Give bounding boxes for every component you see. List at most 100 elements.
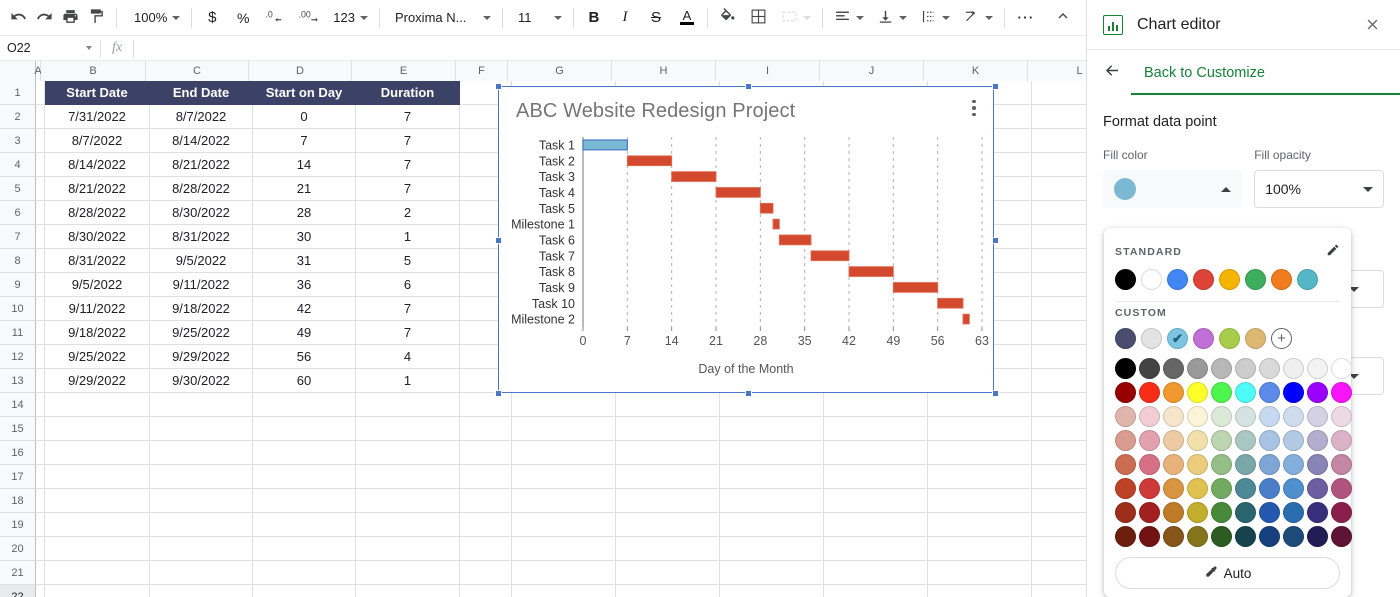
cell-E2[interactable]: 7 <box>356 105 460 129</box>
cell-D5[interactable]: 21 <box>253 177 356 201</box>
cell-D6[interactable]: 28 <box>253 201 356 225</box>
cell-H17[interactable] <box>616 465 720 489</box>
cell-D9[interactable]: 36 <box>253 273 356 297</box>
grid-color-swatch-4-5[interactable] <box>1235 454 1256 475</box>
cell-B16[interactable] <box>45 441 150 465</box>
undo-button[interactable] <box>5 5 31 31</box>
cell-B2[interactable]: 7/31/2022 <box>45 105 150 129</box>
cell-K14[interactable] <box>928 393 1032 417</box>
cell-G22[interactable] <box>512 585 616 597</box>
cell-J19[interactable] <box>824 513 928 537</box>
zoom-control[interactable]: 100% <box>124 5 184 31</box>
redo-button[interactable] <box>31 5 57 31</box>
grid-color-swatch-0-8[interactable] <box>1307 358 1328 379</box>
cell-D22[interactable] <box>253 585 356 597</box>
grid-color-swatch-6-2[interactable] <box>1163 502 1184 523</box>
cell-L20[interactable] <box>1032 537 1086 561</box>
cell-C21[interactable] <box>150 561 253 585</box>
cell-A14[interactable] <box>36 393 45 417</box>
cell-A17[interactable] <box>36 465 45 489</box>
cell-A2[interactable] <box>36 105 45 129</box>
cell-L8[interactable] <box>1032 249 1086 273</box>
cell-A13[interactable] <box>36 369 45 393</box>
close-panel-button[interactable] <box>1358 11 1386 39</box>
row-header-10[interactable]: 10 <box>0 297 36 321</box>
cell-B3[interactable]: 8/7/2022 <box>45 129 150 153</box>
cell-H21[interactable] <box>616 561 720 585</box>
resize-handle-top-left[interactable] <box>495 83 502 90</box>
cell-A1[interactable] <box>36 81 45 105</box>
cell-G19[interactable] <box>512 513 616 537</box>
cell-D7[interactable]: 30 <box>253 225 356 249</box>
cell-B9[interactable]: 9/5/2022 <box>45 273 150 297</box>
cell-K19[interactable] <box>928 513 1032 537</box>
cell-D20[interactable] <box>253 537 356 561</box>
grid-color-swatch-1-2[interactable] <box>1163 382 1184 403</box>
row-header-19[interactable]: 19 <box>0 513 36 537</box>
cell-C17[interactable] <box>150 465 253 489</box>
custom-color-swatch-1[interactable] <box>1141 328 1162 349</box>
cell-C4[interactable]: 8/21/2022 <box>150 153 253 177</box>
column-header-J[interactable]: J <box>820 61 924 81</box>
grid-color-swatch-5-7[interactable] <box>1283 478 1304 499</box>
cell-D16[interactable] <box>253 441 356 465</box>
grid-color-swatch-2-8[interactable] <box>1307 406 1328 427</box>
grid-color-swatch-5-8[interactable] <box>1307 478 1328 499</box>
grid-color-swatch-6-5[interactable] <box>1235 502 1256 523</box>
grid-color-swatch-0-7[interactable] <box>1283 358 1304 379</box>
grid-color-swatch-5-1[interactable] <box>1139 478 1160 499</box>
cell-L9[interactable] <box>1032 273 1086 297</box>
cell-D14[interactable] <box>253 393 356 417</box>
cell-K20[interactable] <box>928 537 1032 561</box>
column-header-B[interactable]: B <box>41 61 146 81</box>
cell-B10[interactable]: 9/11/2022 <box>45 297 150 321</box>
cell-D11[interactable]: 49 <box>253 321 356 345</box>
cell-H18[interactable] <box>616 489 720 513</box>
cell-F20[interactable] <box>460 537 512 561</box>
cell-E3[interactable]: 7 <box>356 129 460 153</box>
grid-color-swatch-6-3[interactable] <box>1187 502 1208 523</box>
formula-input[interactable] <box>134 36 1086 60</box>
grid-color-swatch-4-7[interactable] <box>1283 454 1304 475</box>
cell-E7[interactable]: 1 <box>356 225 460 249</box>
grid-color-swatch-3-0[interactable] <box>1115 430 1136 451</box>
grid-color-swatch-2-5[interactable] <box>1235 406 1256 427</box>
grid-color-swatch-0-4[interactable] <box>1211 358 1232 379</box>
paint-format-button[interactable] <box>83 5 109 31</box>
cell-L6[interactable] <box>1032 201 1086 225</box>
borders-button[interactable] <box>746 5 772 31</box>
cell-A16[interactable] <box>36 441 45 465</box>
grid-color-swatch-3-4[interactable] <box>1211 430 1232 451</box>
row-header-14[interactable]: 14 <box>0 393 36 417</box>
grid-color-swatch-1-8[interactable] <box>1307 382 1328 403</box>
cell-D2[interactable]: 0 <box>253 105 356 129</box>
strikethrough-button[interactable]: S <box>643 5 669 31</box>
grid-color-swatch-2-0[interactable] <box>1115 406 1136 427</box>
standard-color-swatch-1[interactable] <box>1141 269 1162 290</box>
cell-I15[interactable] <box>720 417 824 441</box>
cell-B15[interactable] <box>45 417 150 441</box>
row-header-22[interactable]: 22 <box>0 585 36 597</box>
grid-color-swatch-6-9[interactable] <box>1331 502 1352 523</box>
resize-handle-top-right[interactable] <box>992 83 999 90</box>
cell-H15[interactable] <box>616 417 720 441</box>
row-header-20[interactable]: 20 <box>0 537 36 561</box>
grid-color-swatch-0-1[interactable] <box>1139 358 1160 379</box>
cell-C11[interactable]: 9/25/2022 <box>150 321 253 345</box>
cell-I14[interactable] <box>720 393 824 417</box>
grid-color-swatch-2-7[interactable] <box>1283 406 1304 427</box>
name-box[interactable]: O22 <box>0 36 100 60</box>
cell-E8[interactable]: 5 <box>356 249 460 273</box>
row-header-18[interactable]: 18 <box>0 489 36 513</box>
cell-L3[interactable] <box>1032 129 1086 153</box>
cell-A6[interactable] <box>36 201 45 225</box>
cell-K18[interactable] <box>928 489 1032 513</box>
grid-color-swatch-7-2[interactable] <box>1163 526 1184 547</box>
font-size-selector[interactable]: 11 <box>510 5 566 31</box>
cell-G17[interactable] <box>512 465 616 489</box>
row-header-3[interactable]: 3 <box>0 129 36 153</box>
cell-J15[interactable] <box>824 417 928 441</box>
grid-color-swatch-0-0[interactable] <box>1115 358 1136 379</box>
column-header-I[interactable]: I <box>716 61 820 81</box>
cell-A22[interactable] <box>36 585 45 597</box>
